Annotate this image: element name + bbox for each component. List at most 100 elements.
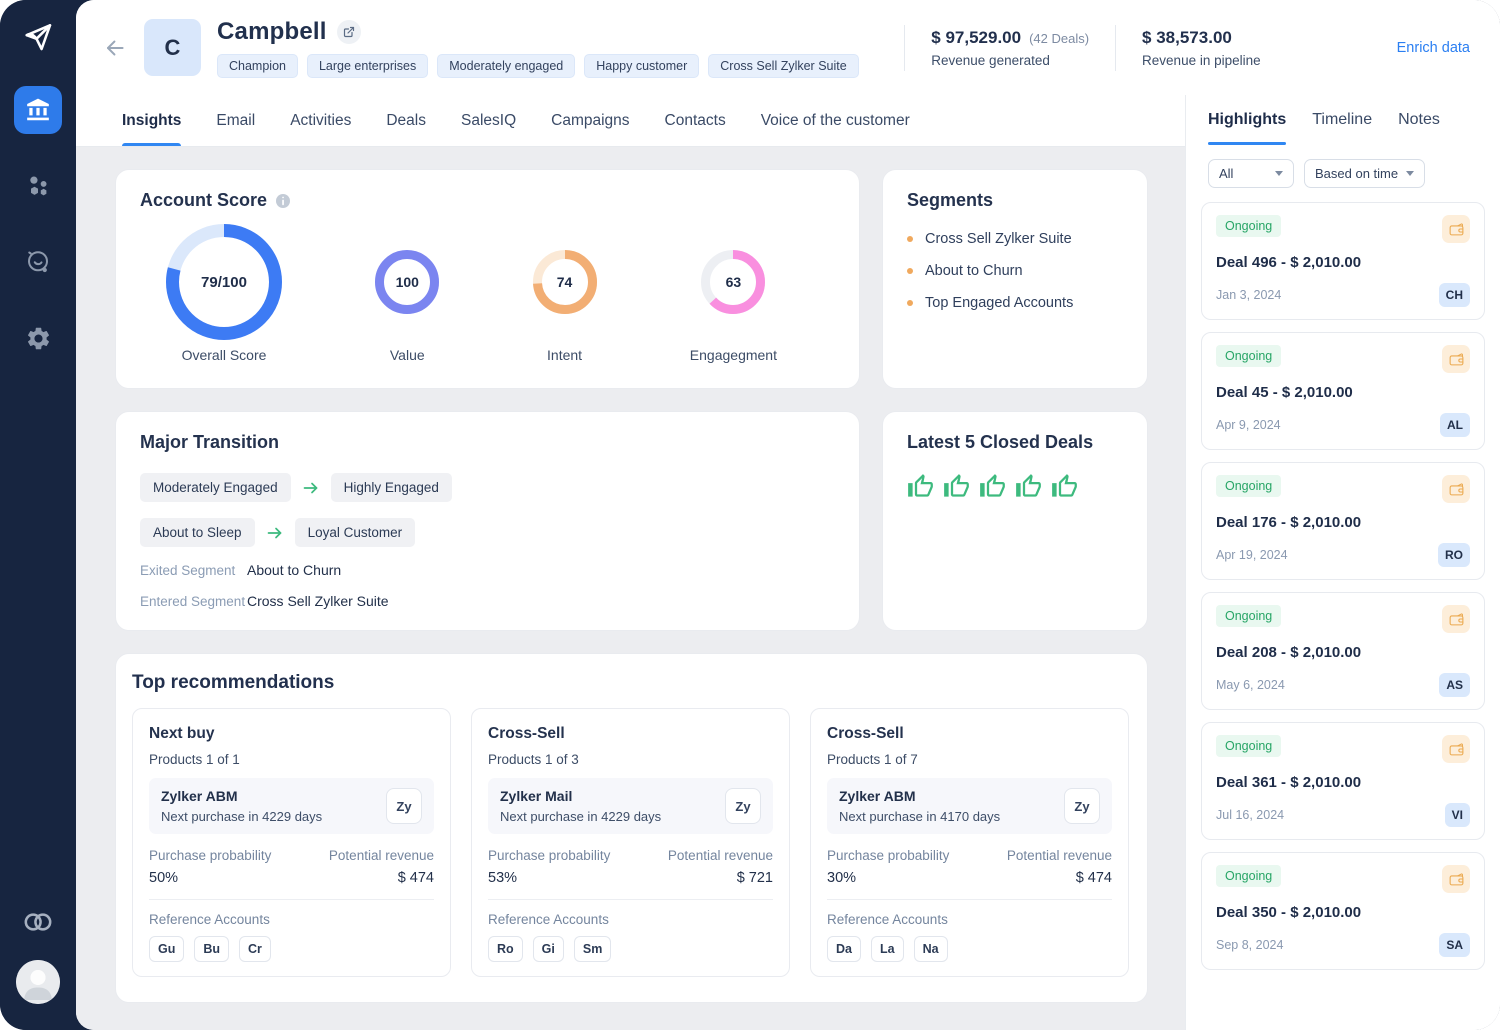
segment-item[interactable]: Top Engaged Accounts xyxy=(907,295,1123,311)
tab-deals[interactable]: Deals xyxy=(386,95,426,146)
highlights-panel: Highlights Timeline Notes All Based on t… xyxy=(1185,95,1500,1030)
tab-notes[interactable]: Notes xyxy=(1398,111,1440,145)
back-button[interactable] xyxy=(98,31,132,65)
recommendation-card-cross-sell-1: Cross-Sell Products 1 of 3 Zylker Mail N… xyxy=(471,708,790,977)
sidebar-item-assistant[interactable] xyxy=(14,238,62,286)
deal-title: Deal 45 - $ 2,010.00 xyxy=(1216,384,1470,401)
product-row[interactable]: Zylker Mail Next purchase in 4229 days Z… xyxy=(488,778,773,834)
major-transition-title: Major Transition xyxy=(140,432,835,453)
deal-card[interactable]: Ongoing Deal 208 - $ 2,010.00 May 6, 202… xyxy=(1201,592,1485,710)
intent-score-label: Intent xyxy=(547,347,582,363)
reference-account-chip[interactable]: Gi xyxy=(533,936,564,962)
thumbs-up-icon[interactable] xyxy=(1015,473,1042,500)
top-recommendations-card: Top recommendations Next buy Products 1 … xyxy=(115,653,1148,1003)
deal-card[interactable]: Ongoing Deal 45 - $ 2,010.00 Apr 9, 2024… xyxy=(1201,332,1485,450)
transition-row: Moderately Engaged Highly Engaged xyxy=(140,473,835,502)
segment-label: Top Engaged Accounts xyxy=(925,295,1073,311)
open-record-button[interactable] xyxy=(337,20,361,44)
product-subtitle: Next purchase in 4170 days xyxy=(839,809,1000,824)
zoho-rings-icon[interactable] xyxy=(21,910,55,934)
product-name: Zylker ABM xyxy=(839,788,1000,804)
products-count: Products 1 of 3 xyxy=(488,752,773,767)
overall-score-donut: 79/100 Overall Score xyxy=(166,219,282,363)
purchase-probability-label: Purchase probability xyxy=(149,848,271,863)
segment-item[interactable]: Cross Sell Zylker Suite xyxy=(907,231,1123,247)
tag-chip[interactable]: Happy customer xyxy=(584,54,699,78)
wallet-icon xyxy=(1442,215,1470,243)
owner-initials-badge: VI xyxy=(1445,803,1470,827)
deal-card[interactable]: Ongoing Deal 361 - $ 2,010.00 Jul 16, 20… xyxy=(1201,722,1485,840)
reference-accounts-label: Reference Accounts xyxy=(149,912,434,927)
deal-card[interactable]: Ongoing Deal 496 - $ 2,010.00 Jan 3, 202… xyxy=(1201,202,1485,320)
potential-revenue-value: $ 474 xyxy=(329,870,434,886)
deal-card[interactable]: Ongoing Deal 350 - $ 2,010.00 Sep 8, 202… xyxy=(1201,852,1485,970)
filter-type-dropdown[interactable]: All xyxy=(1208,159,1294,188)
product-row[interactable]: Zylker ABM Next purchase in 4229 days Zy xyxy=(149,778,434,834)
closed-deals-thumbs xyxy=(907,473,1123,500)
filter-sort-value: Based on time xyxy=(1315,166,1398,181)
deal-title: Deal 176 - $ 2,010.00 xyxy=(1216,514,1470,531)
tag-chip[interactable]: Large enterprises xyxy=(307,54,428,78)
sidebar-item-settings[interactable] xyxy=(14,314,62,362)
info-icon[interactable] xyxy=(275,193,291,209)
tag-chip[interactable]: Champion xyxy=(217,54,298,78)
reference-accounts-label: Reference Accounts xyxy=(827,912,1112,927)
owner-initials-badge: CH xyxy=(1439,283,1470,307)
filter-sort-dropdown[interactable]: Based on time xyxy=(1304,159,1425,188)
reference-account-chip[interactable]: Ro xyxy=(488,936,523,962)
tab-activities[interactable]: Activities xyxy=(290,95,351,146)
highlights-tabbar: Highlights Timeline Notes xyxy=(1186,95,1500,145)
segment-item[interactable]: About to Churn xyxy=(907,263,1123,279)
account-header: C Campbell Champion Large enterprises Mo… xyxy=(76,0,1500,95)
transition-from-chip: About to Sleep xyxy=(140,518,255,547)
sidebar-item-segments[interactable] xyxy=(14,162,62,210)
thumbs-up-icon[interactable] xyxy=(943,473,970,500)
tag-chip[interactable]: Moderately engaged xyxy=(437,54,575,78)
product-row[interactable]: Zylker ABM Next purchase in 4170 days Zy xyxy=(827,778,1112,834)
overall-score-label: Overall Score xyxy=(182,347,267,363)
value-score-label: Value xyxy=(390,347,425,363)
entered-segment-label: Entered Segment xyxy=(140,594,247,609)
tab-timeline[interactable]: Timeline xyxy=(1312,111,1372,145)
reference-account-chip[interactable]: Cr xyxy=(239,936,271,962)
tag-chip[interactable]: Cross Sell Zylker Suite xyxy=(708,54,858,78)
deal-status-badge: Ongoing xyxy=(1216,605,1281,627)
recommendation-card-next-buy: Next buy Products 1 of 1 Zylker ABM Next… xyxy=(132,708,451,977)
tab-insights[interactable]: Insights xyxy=(122,95,181,146)
thumbs-up-icon[interactable] xyxy=(1051,473,1078,500)
deal-date: Jul 16, 2024 xyxy=(1216,808,1284,822)
entered-segment-value: Cross Sell Zylker Suite xyxy=(247,593,389,609)
revenue-generated-label: Revenue generated xyxy=(931,53,1089,68)
deal-status-badge: Ongoing xyxy=(1216,475,1281,497)
tab-contacts[interactable]: Contacts xyxy=(665,95,726,146)
reference-account-chip[interactable]: La xyxy=(871,936,904,962)
reference-account-chip[interactable]: Na xyxy=(914,936,948,962)
engagement-score-label: Engagegment xyxy=(690,347,777,363)
reference-account-chip[interactable]: Sm xyxy=(574,936,611,962)
deal-date: Apr 19, 2024 xyxy=(1216,548,1288,562)
tab-highlights[interactable]: Highlights xyxy=(1208,111,1286,145)
brand-plane-icon[interactable] xyxy=(17,16,59,58)
sidebar-item-accounts[interactable] xyxy=(14,86,62,134)
enrich-data-link[interactable]: Enrich data xyxy=(1397,40,1470,56)
user-avatar[interactable] xyxy=(16,960,60,1004)
reference-account-chip[interactable]: Bu xyxy=(194,936,229,962)
back-arrow-icon xyxy=(102,35,128,61)
deal-status-badge: Ongoing xyxy=(1216,215,1281,237)
tab-email[interactable]: Email xyxy=(216,95,255,146)
thumbs-up-icon[interactable] xyxy=(979,473,1006,500)
recommendation-card-cross-sell-2: Cross-Sell Products 1 of 7 Zylker ABM Ne… xyxy=(810,708,1129,977)
tab-salesiq[interactable]: SalesIQ xyxy=(461,95,516,146)
tab-campaigns[interactable]: Campaigns xyxy=(551,95,629,146)
tab-voice-of-customer[interactable]: Voice of the customer xyxy=(761,95,910,146)
gear-icon xyxy=(25,325,52,352)
filter-type-value: All xyxy=(1219,166,1233,181)
deal-title: Deal 350 - $ 2,010.00 xyxy=(1216,904,1470,921)
owner-initials-badge: AL xyxy=(1440,413,1470,437)
insights-content: Account Score 79/100 Overall Score xyxy=(76,147,1185,1030)
reference-account-chip[interactable]: Da xyxy=(827,936,861,962)
deal-card[interactable]: Ongoing Deal 176 - $ 2,010.00 Apr 19, 20… xyxy=(1201,462,1485,580)
thumbs-up-icon[interactable] xyxy=(907,473,934,500)
reference-account-chip[interactable]: Gu xyxy=(149,936,184,962)
deal-title: Deal 361 - $ 2,010.00 xyxy=(1216,774,1470,791)
